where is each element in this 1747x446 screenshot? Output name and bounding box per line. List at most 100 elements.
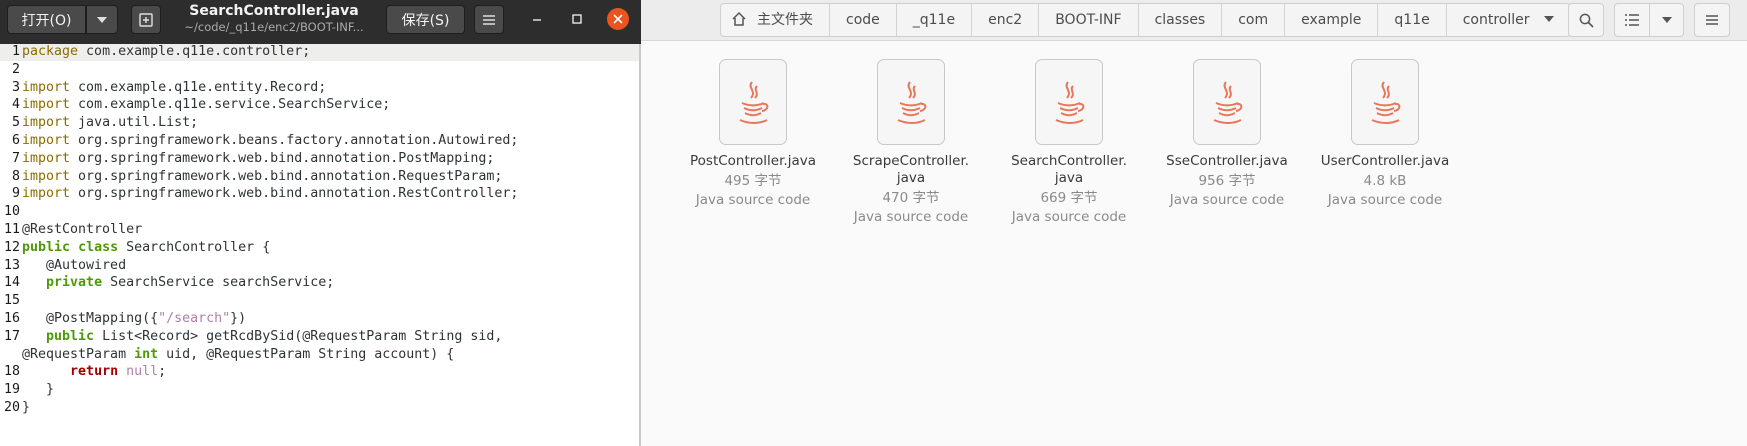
code-token: @RequestParam [22, 346, 135, 362]
breadcrumb-label: BOOT-INF [1055, 12, 1122, 28]
file-item[interactable]: ScrapeController. java 470 字节 Java source c… [826, 59, 996, 227]
java-file-icon [1035, 59, 1103, 145]
editor-window: 打开(O) SearchController.java ~/code/_q11e… [0, 0, 641, 446]
code-token: java.util.List; [70, 115, 199, 131]
file-size: 495 字节 [724, 173, 782, 189]
code-token: com.example.q11e.service.SearchService; [70, 97, 391, 113]
breadcrumb-item[interactable]: _q11e [897, 4, 973, 36]
code-token: import [22, 168, 71, 184]
code-token: ; [158, 364, 167, 380]
file-type: Java source code [1011, 209, 1127, 225]
file-item[interactable]: PostController.java 495 字节 Java source cod… [668, 59, 838, 210]
code-token: return [70, 364, 119, 380]
close-button[interactable] [607, 8, 629, 30]
line-number: 11 [3, 222, 20, 237]
code-view[interactable]: 1 package com.example.q11e.controller; 2 3 i… [0, 44, 639, 446]
view-options-button[interactable] [1650, 3, 1684, 37]
filemanager-menu-button[interactable] [1694, 3, 1730, 37]
breadcrumb-item[interactable]: enc2 [972, 4, 1040, 36]
editor-menu-button[interactable] [474, 5, 504, 34]
line-number: 19 [3, 382, 20, 398]
breadcrumb-item[interactable]: com [1222, 4, 1286, 36]
line-number: 4 [11, 97, 20, 113]
code-token: uid, @RequestParam String account) { [158, 346, 455, 362]
line-number: 2 [11, 61, 20, 77]
maximize-icon [572, 14, 582, 24]
line-number: 1 [11, 44, 20, 59]
java-file-icon [1351, 59, 1419, 145]
list-view-button[interactable] [1614, 3, 1650, 37]
code-line: import java.util.List; [22, 115, 198, 130]
code-line: private SearchService searchService; [22, 275, 334, 290]
java-file-icon [1193, 59, 1261, 145]
code-token: org.springframework.web.bind.annotation.… [70, 150, 495, 166]
line-number: 9 [11, 186, 20, 202]
code-token: @PostMapping({ [22, 311, 159, 326]
code-token: import [22, 150, 71, 166]
code-line: @RestController [22, 222, 142, 237]
code-token: class [78, 239, 119, 255]
breadcrumb-item[interactable]: example [1285, 4, 1379, 36]
minimize-icon [533, 19, 541, 21]
file-name: SearchController. java [1011, 153, 1127, 186]
breadcrumb-item[interactable]: BOOT-INF [1039, 4, 1139, 36]
breadcrumb-label: controller [1462, 12, 1530, 28]
code-token: "/search" [158, 311, 231, 326]
code-token: private [46, 275, 103, 291]
breadcrumb-item[interactable]: controller [1447, 4, 1570, 36]
code-token: @Autowired [22, 257, 127, 273]
home-icon [732, 11, 746, 26]
line-number: 18 [3, 364, 20, 380]
maximize-button[interactable] [568, 12, 586, 30]
code-token: int [134, 346, 159, 362]
file-type: Java source code [853, 209, 969, 225]
code-line: import org.springframework.web.bind.anno… [22, 186, 518, 201]
minimize-button[interactable] [528, 12, 546, 30]
chevron-down-icon [1661, 17, 1672, 23]
file-item[interactable]: SearchController. java 669 字节 Java source c… [984, 59, 1154, 227]
breadcrumb-item[interactable]: q11e [1378, 4, 1447, 36]
code-line: import org.springframework.web.bind.anno… [22, 169, 502, 184]
code-line: import com.example.q11e.entity.Record; [22, 80, 326, 95]
file-item[interactable]: SseController.java 956 字节 Java source code [1142, 59, 1312, 210]
code-token: List<Record> getRcdBySid(@RequestParam S… [94, 328, 503, 344]
file-item[interactable]: UserController.java 4.8 kB Java source cod… [1300, 59, 1470, 210]
breadcrumb-label: example [1301, 12, 1362, 28]
code-token: com.example.q11e.controller; [78, 44, 311, 59]
breadcrumb-label: enc2 [988, 12, 1023, 28]
code-token: import [22, 115, 71, 131]
file-name: UserController.java [1320, 153, 1450, 169]
search-button[interactable] [1568, 3, 1604, 37]
breadcrumb-item[interactable]: classes [1139, 4, 1223, 36]
code-line: @PostMapping({"/search"}) [22, 311, 246, 326]
code-token: }) [230, 311, 247, 326]
code-token: SearchService searchService; [102, 275, 335, 291]
code-line: package com.example.q11e.controller; [22, 44, 310, 59]
breadcrumb-label: code [846, 12, 880, 28]
chevron-down-icon [1543, 16, 1554, 22]
breadcrumb-home[interactable]: 主文件夹 [721, 4, 830, 36]
document-path: ~/code/_q11e/enc2/BOOT-INF... [184, 20, 364, 34]
list-view-icon [1625, 14, 1639, 26]
new-tab-button[interactable] [131, 5, 161, 34]
line-number: 10 [3, 204, 20, 220]
editor-header-bar: 打开(O) SearchController.java ~/code/_q11e… [0, 0, 641, 44]
code-line: } [22, 382, 54, 397]
hamburger-icon [483, 14, 495, 25]
open-dropdown-button[interactable] [86, 5, 118, 34]
line-number: 7 [11, 150, 20, 166]
open-button[interactable]: 打开(O) [7, 5, 86, 34]
file-size: 669 字节 [1040, 190, 1098, 206]
line-number: 20 [3, 400, 20, 415]
file-type: Java source code [695, 192, 811, 208]
code-token: @RestController [22, 222, 143, 237]
file-type: Java source code [1327, 192, 1443, 208]
code-line: @Autowired [22, 258, 126, 273]
code-token: null [126, 364, 159, 380]
breadcrumb-item[interactable]: code [830, 4, 897, 36]
save-button[interactable]: 保存(S) [386, 5, 465, 34]
code-line: public class SearchController { [22, 240, 270, 255]
